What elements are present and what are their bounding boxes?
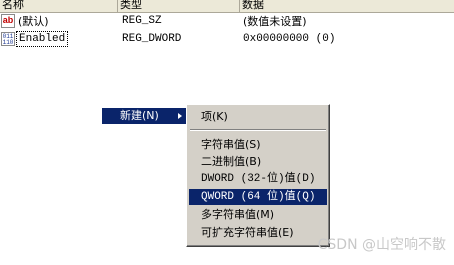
string-value-icon: ab — [1, 14, 15, 28]
menu-item-new[interactable]: 新建(N) — [102, 108, 186, 124]
submenu-item-key[interactable]: 项(K) — [189, 109, 327, 125]
value-data: 0x00000000 (0) — [243, 33, 336, 45]
dword-value-icon: 011 110 — [1, 32, 15, 46]
submenu-item-expandable-string-value[interactable]: 可扩充字符串值(E) — [189, 225, 327, 241]
menu-separator — [190, 129, 326, 131]
list-header: 名称 类型 数据 — [0, 0, 454, 13]
list-item[interactable]: ab (默认) REG_SZ (数值未设置) — [0, 13, 454, 30]
submenu-item-string-value[interactable]: 字符串值(S) — [189, 137, 327, 153]
value-name-edit-box[interactable]: Enabled — [16, 31, 69, 47]
column-header-name[interactable]: 名称 — [0, 0, 118, 12]
value-data: (数值未设置) — [243, 15, 307, 28]
new-submenu: 项(K) 字符串值(S) 二进制值(B) DWORD (32-位)值(D) QW… — [186, 104, 330, 247]
menu-item-new-label: 新建(N) — [120, 109, 159, 122]
value-type: REG_SZ — [122, 15, 162, 27]
submenu-item-qword-value[interactable]: QWORD (64 位)值(Q) — [189, 189, 327, 205]
column-header-data[interactable]: 数据 — [240, 0, 454, 12]
column-header-type[interactable]: 类型 — [118, 0, 240, 12]
submenu-item-multi-string-value[interactable]: 多字符串值(M) — [189, 207, 327, 223]
submenu-arrow-icon — [178, 113, 182, 119]
value-type: REG_DWORD — [122, 33, 182, 45]
list-item[interactable]: 011 110 Enabled REG_DWORD 0x00000000 (0) — [0, 31, 454, 48]
submenu-item-binary-value[interactable]: 二进制值(B) — [189, 154, 327, 170]
submenu-item-dword-value[interactable]: DWORD (32-位)值(D) — [189, 171, 327, 187]
watermark: CSDN @山空响不散 — [317, 237, 446, 253]
value-name: (默认) — [18, 15, 49, 28]
